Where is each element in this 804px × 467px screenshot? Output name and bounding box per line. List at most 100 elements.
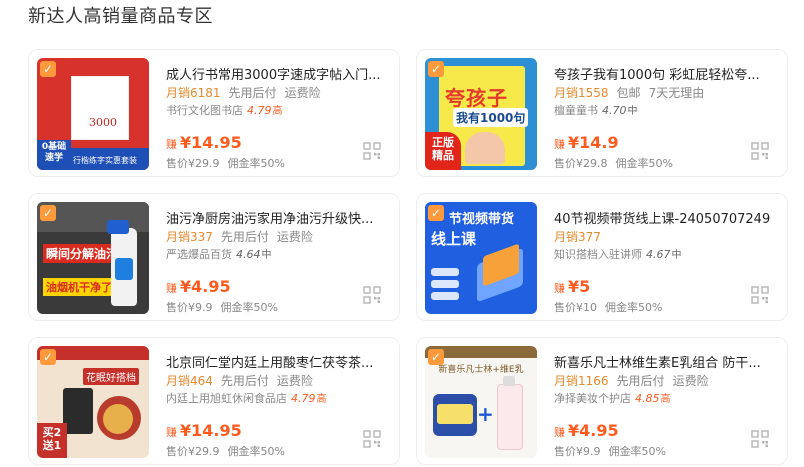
check-icon[interactable]: ✓: [428, 61, 444, 77]
price: 售价¥9.9: [166, 301, 213, 314]
earn-amount: 赚 ¥5: [554, 277, 590, 296]
earn-label: 赚: [166, 426, 177, 439]
qr-code-icon[interactable]: [751, 142, 769, 160]
shop-info: 净择美妆个护店 4.85高: [554, 390, 671, 406]
product-card[interactable]: ✓ 瞬间分解油污 油烟机干净了 油污净厨房油污家用净油污升级快... 月销337…: [28, 193, 400, 321]
product-card[interactable]: ✓ 夸孩子 我有1000句 正版 精品 夸孩子我有1000句 彩虹屁轻松夸...…: [416, 49, 788, 177]
monthly-sales: 月销1166: [554, 374, 609, 388]
check-icon[interactable]: ✓: [40, 349, 56, 365]
shop-info: 檀童童书 4.70中: [554, 102, 638, 118]
price-row: 售价¥29.9 佣金率50%: [166, 443, 293, 459]
product-name[interactable]: 新喜乐凡士林维生素E乳组合 防干...: [554, 352, 782, 371]
earn-value: ¥14.95: [180, 133, 242, 152]
earn-value: ¥14.9: [568, 133, 619, 152]
price-row: 售价¥29.9 佣金率50%: [166, 155, 293, 171]
earn-amount: 赚 ¥4.95: [554, 421, 619, 440]
product-card[interactable]: ✓ 新喜乐凡士林+维E乳 + 新喜乐凡士林维生素E乳组合 防干... 月销116…: [416, 337, 788, 465]
check-icon[interactable]: ✓: [40, 61, 56, 77]
price-row: 售价¥10 佣金率50%: [554, 299, 670, 315]
service-tag: 先用后付: [616, 374, 665, 388]
product-name[interactable]: 油污净厨房油污家用净油污升级快...: [166, 208, 394, 227]
promo-line: 线上课: [431, 230, 477, 248]
shop-level: 高: [272, 106, 283, 117]
cover-title: 夸孩子: [445, 86, 508, 110]
price: 售价¥29.8: [554, 157, 608, 170]
check-icon[interactable]: ✓: [428, 205, 444, 221]
cleaner-spray-image[interactable]: ✓ 瞬间分解油污 油烟机干净了: [37, 202, 149, 314]
product-name[interactable]: 夸孩子我有1000句 彩虹屁轻松夸...: [554, 64, 782, 83]
shop-score: 4.79: [247, 104, 272, 117]
qr-code-icon[interactable]: [363, 430, 381, 448]
promo-badge: 买2 送1: [37, 423, 67, 458]
service-tag: 7天无理由: [648, 86, 705, 100]
shop-score: 4.64: [236, 248, 261, 261]
product-card[interactable]: ✓ 花眠好搭档 买2 送1 北京同仁堂内廷上用酸枣仁茯苓茶... 月销464 先用…: [28, 337, 400, 465]
service-tag: 先用后付: [220, 230, 269, 244]
shop-info: 知识搭档入驻讲师 4.67中: [554, 246, 682, 262]
product-meta: 月销337 先用后付 运费险: [166, 228, 321, 245]
shop-name[interactable]: 书行文化图书店: [166, 104, 243, 117]
product-meta: 月销464 先用后付 运费险: [166, 372, 321, 389]
shop-info: 书行文化图书店 4.79高: [166, 102, 283, 118]
cover-subtitle: 我有1000句: [453, 108, 529, 127]
qr-code-icon[interactable]: [363, 142, 381, 160]
shop-name[interactable]: 严选爆品百货: [166, 248, 232, 261]
price-row: 售价¥9.9 佣金率50%: [166, 299, 286, 315]
service-tag: 运费险: [284, 86, 321, 100]
shop-name[interactable]: 内廷上用旭虹休闲食品店: [166, 392, 287, 405]
calligraphy-copybook-image[interactable]: ✓ 3000 0基础 速学 行楷练字实惠套装: [37, 58, 149, 170]
service-tag: 运费险: [672, 374, 709, 388]
shop-level: 中: [627, 106, 638, 117]
herbal-tea-image[interactable]: ✓ 花眠好搭档 买2 送1: [37, 346, 149, 458]
product-meta: 月销1558 包邮 7天无理由: [554, 84, 712, 101]
monthly-sales: 月销337: [166, 230, 213, 244]
vaseline-set-image[interactable]: ✓ 新喜乐凡士林+维E乳 +: [425, 346, 537, 458]
check-icon[interactable]: ✓: [40, 205, 56, 221]
shop-name[interactable]: 檀童童书: [554, 104, 598, 117]
qr-code-icon[interactable]: [751, 286, 769, 304]
product-name[interactable]: 北京同仁堂内廷上用酸枣仁茯苓茶...: [166, 352, 394, 371]
promo-header: 新喜乐凡士林+维E乳: [438, 365, 524, 375]
service-tag: 运费险: [276, 230, 313, 244]
shop-score: 4.70: [602, 104, 627, 117]
book-cover-image[interactable]: ✓ 夸孩子 我有1000句 正版 精品: [425, 58, 537, 170]
earn-label: 赚: [554, 282, 565, 295]
cover-text: 3000: [89, 116, 117, 129]
product-name[interactable]: 40节视频带货线上课-24050707249: [554, 208, 782, 227]
earn-amount: 赚 ¥14.95: [166, 421, 242, 440]
product-name[interactable]: 成人行书常用3000字速成字帖入门...: [166, 64, 394, 83]
commission-rate: 佣金率50%: [608, 445, 666, 458]
promo-badge: 正版 精品: [425, 132, 461, 170]
qr-code-icon[interactable]: [751, 430, 769, 448]
shop-score: 4.79: [291, 392, 316, 405]
shop-info: 内廷上用旭虹休闲食品店 4.79高: [166, 390, 327, 406]
qr-code-icon[interactable]: [363, 286, 381, 304]
shop-level: 中: [261, 250, 272, 261]
shop-name[interactable]: 知识搭档入驻讲师: [554, 248, 642, 261]
shop-level: 高: [316, 394, 327, 405]
shop-level: 中: [671, 250, 682, 261]
promo-badge: 0基础 速学: [37, 140, 71, 170]
earn-value: ¥14.95: [180, 421, 242, 440]
price: 售价¥29.9: [166, 157, 220, 170]
earn-amount: 赚 ¥14.95: [166, 133, 242, 152]
product-card[interactable]: ✓ 节视频带货 线上课 40节视频带货线上课-24050707249 月销377…: [416, 193, 788, 321]
monthly-sales: 月销464: [166, 374, 213, 388]
promo-strip: 行楷练字实惠套装: [73, 156, 137, 165]
product-meta: 月销377: [554, 228, 609, 245]
commission-rate: 佣金率50%: [605, 301, 663, 314]
product-card[interactable]: ✓ 3000 0基础 速学 行楷练字实惠套装 成人行书常用3000字速成字帖入门…: [28, 49, 400, 177]
earn-value: ¥4.95: [568, 421, 619, 440]
earn-label: 赚: [166, 138, 177, 151]
promo-line: 油烟机干净了: [43, 278, 115, 296]
shop-score: 4.67: [646, 248, 671, 261]
course-banner-image[interactable]: ✓ 节视频带货 线上课: [425, 202, 537, 314]
price: 售价¥9.9: [554, 445, 601, 458]
monthly-sales: 月销1558: [554, 86, 609, 100]
check-icon[interactable]: ✓: [428, 349, 444, 365]
section-title: 新达人高销量商品专区: [28, 6, 213, 27]
product-meta: 月销6181 先用后付 运费险: [166, 84, 329, 101]
service-tag: 先用后付: [228, 86, 277, 100]
service-tag: 先用后付: [220, 374, 269, 388]
shop-name[interactable]: 净择美妆个护店: [554, 392, 631, 405]
